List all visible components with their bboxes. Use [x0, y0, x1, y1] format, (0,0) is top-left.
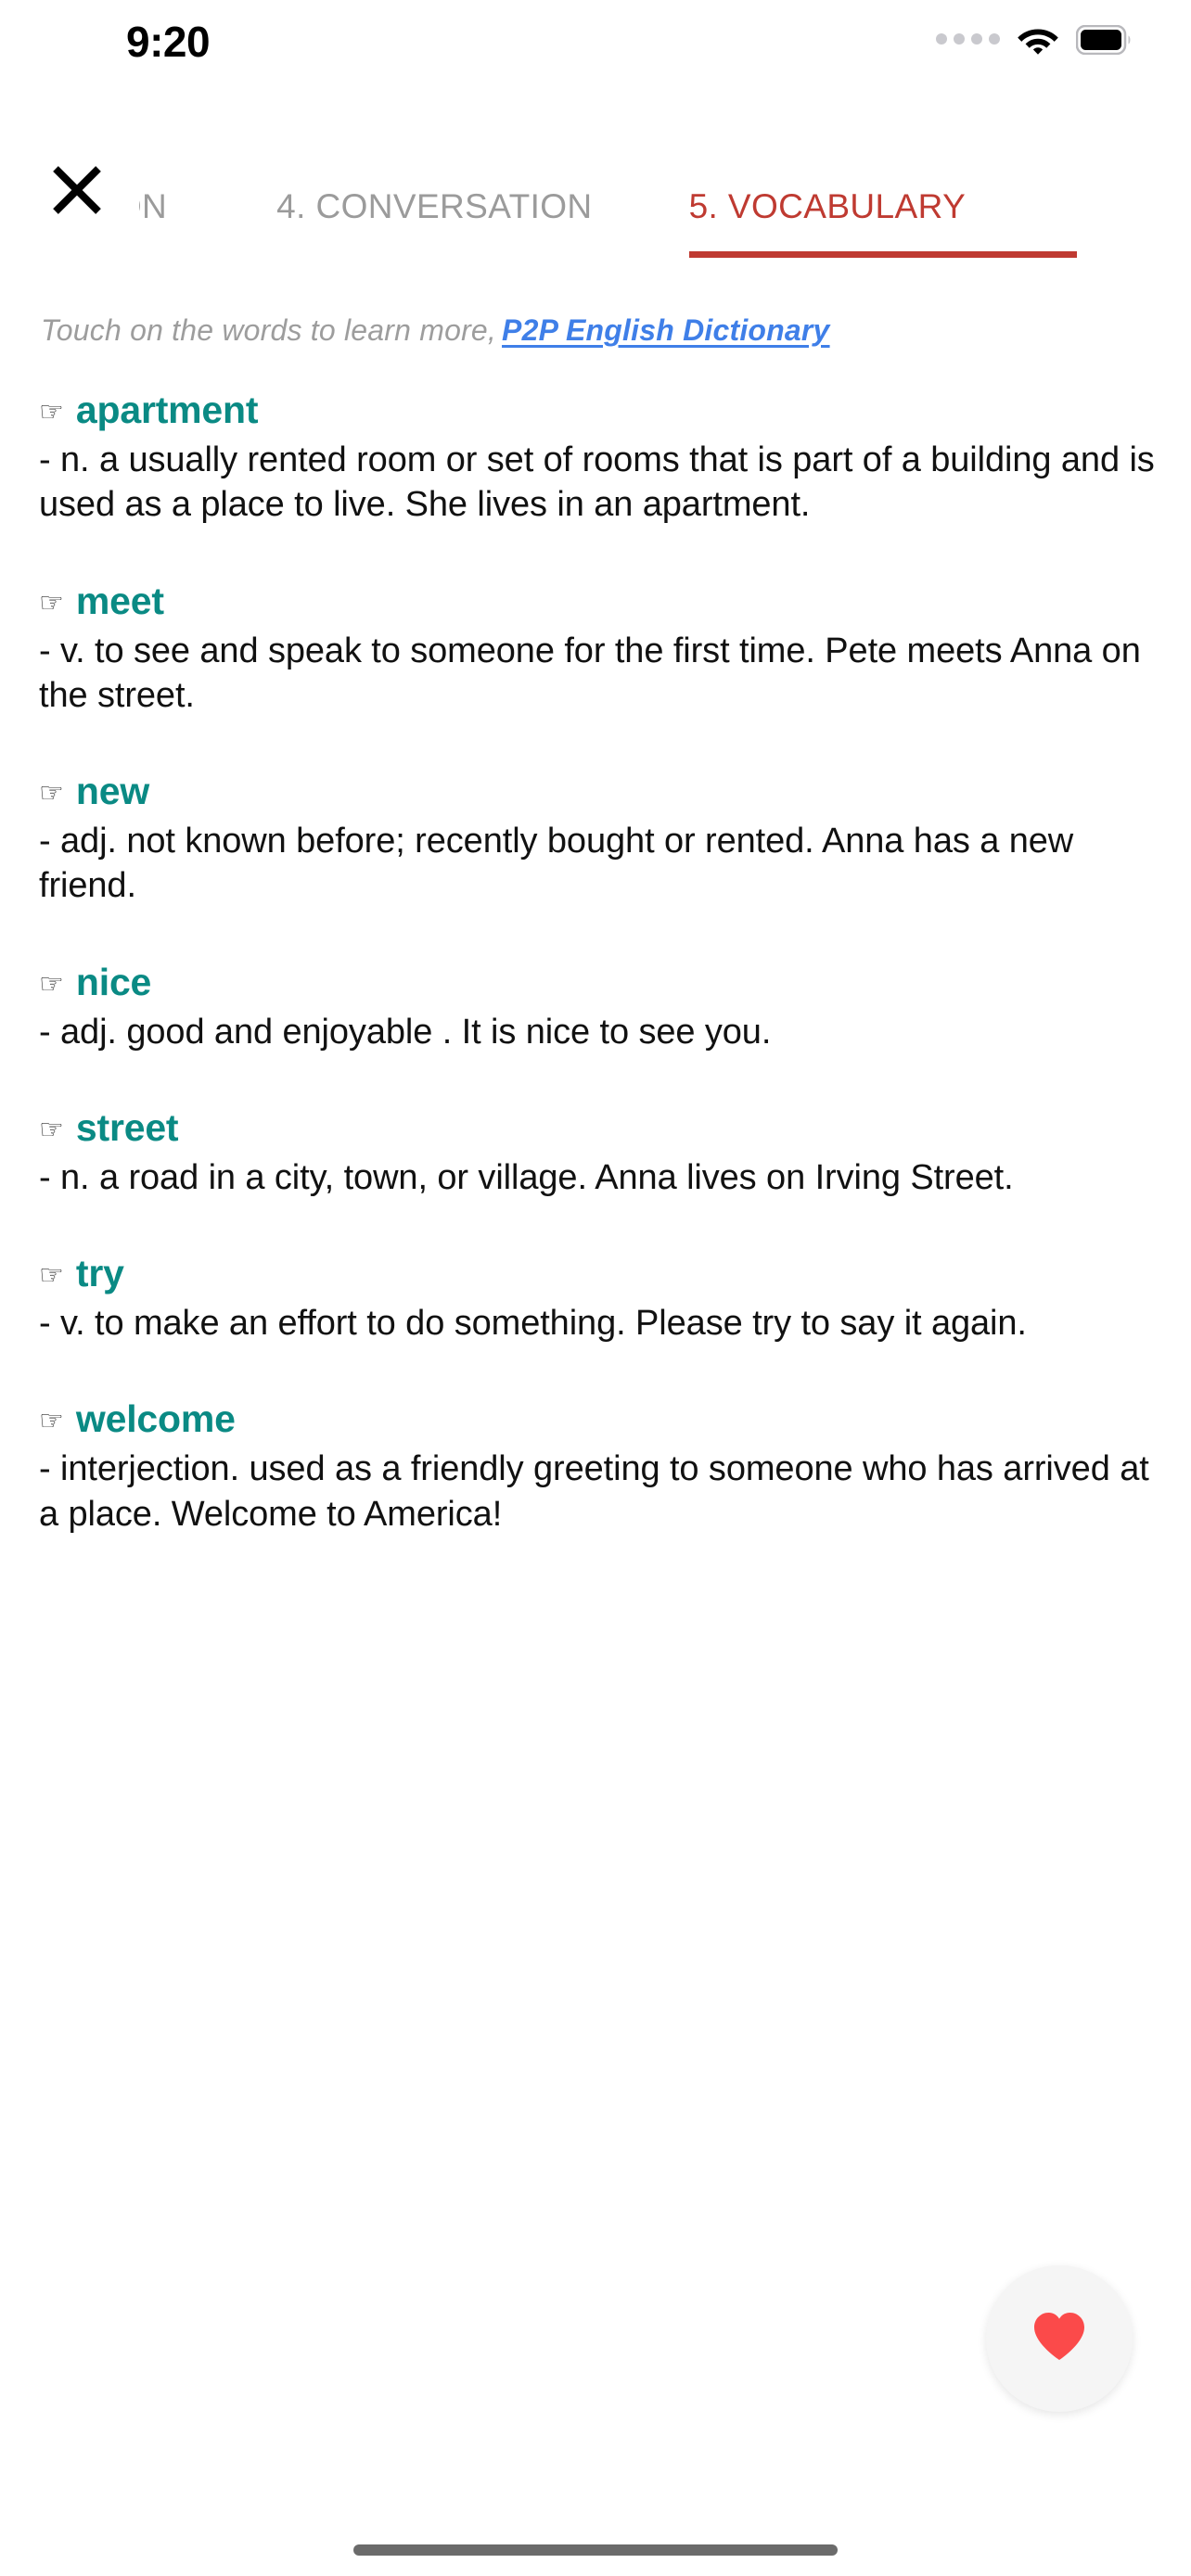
word-row[interactable]: ☞ apartment	[39, 389, 1156, 432]
word-row[interactable]: ☞ welcome	[39, 1397, 1156, 1441]
vocabulary-entry: ☞ new - adj. not known before; recently …	[39, 770, 1156, 909]
entry-word[interactable]: apartment	[76, 389, 259, 432]
status-bar: 9:20	[0, 0, 1191, 85]
pointing-hand-icon: ☞	[39, 778, 64, 809]
vocabulary-entry: ☞ street - n. a road in a city, town, or…	[39, 1106, 1156, 1200]
signal-dots-icon	[936, 33, 1000, 46]
entry-definition: - adj. good and enjoyable . It is nice t…	[39, 1012, 772, 1052]
entry-definition: - interjection. used as a friendly greet…	[39, 1449, 1149, 1534]
vocabulary-entry: ☞ nice - adj. good and enjoyable . It is…	[39, 961, 1156, 1054]
entry-definition: - v. to see and speak to someone for the…	[39, 631, 1141, 715]
entry-word[interactable]: meet	[76, 580, 164, 623]
pointing-hand-icon: ☞	[39, 397, 64, 427]
heart-icon	[1031, 2311, 1087, 2367]
entry-definition: - v. to make an effort to do something. …	[39, 1304, 1027, 1343]
vocabulary-content: Touch on the words to learn more, P2P Eng…	[0, 258, 1191, 1588]
vocabulary-entry: ☞ try - v. to make an effort to do somet…	[39, 1252, 1156, 1345]
close-button[interactable]	[43, 158, 111, 226]
entry-word[interactable]: welcome	[76, 1397, 236, 1441]
word-row[interactable]: ☞ meet	[39, 580, 1156, 623]
vocabulary-entry: ☞ apartment - n. a usually rented room o…	[39, 389, 1156, 528]
pointing-hand-icon: ☞	[39, 587, 64, 618]
entry-definition: - adj. not known before; recently bought…	[39, 822, 1074, 906]
vocabulary-entry: ☞ meet - v. to see and speak to someone …	[39, 580, 1156, 719]
favorite-button[interactable]	[986, 2265, 1133, 2412]
entry-word[interactable]: street	[76, 1106, 179, 1150]
pointing-hand-icon: ☞	[39, 1406, 64, 1437]
dictionary-link[interactable]: P2P English Dictionary	[502, 313, 830, 347]
vocabulary-entry: ☞ welcome - interjection. used as a frie…	[39, 1397, 1156, 1537]
hint-row: Touch on the words to learn more, P2P Eng…	[0, 258, 1191, 348]
battery-full-icon	[1076, 25, 1133, 55]
word-row[interactable]: ☞ nice	[39, 961, 1156, 1004]
tab-conversation[interactable]: 4. CONVERSATION	[276, 171, 592, 258]
pointing-hand-icon: ☞	[39, 1260, 64, 1291]
word-row[interactable]: ☞ street	[39, 1106, 1156, 1150]
tab-bar: CIATION 4. CONVERSATION 5. VOCABULARY	[0, 85, 1191, 258]
lesson-tabs: CIATION 4. CONVERSATION 5. VOCABULARY	[139, 171, 1191, 258]
close-icon	[48, 161, 106, 223]
entry-word[interactable]: new	[76, 770, 149, 813]
pointing-hand-icon: ☞	[39, 1114, 64, 1145]
word-row[interactable]: ☞ new	[39, 770, 1156, 813]
hint-text: Touch on the words to learn more,	[41, 313, 497, 347]
word-row[interactable]: ☞ try	[39, 1252, 1156, 1295]
home-indicator[interactable]	[353, 2544, 838, 2556]
entry-definition: - n. a road in a city, town, or village.…	[39, 1157, 1014, 1197]
wifi-icon	[1017, 24, 1059, 56]
status-time: 9:20	[126, 18, 211, 66]
entry-word[interactable]: nice	[76, 961, 151, 1004]
status-indicators	[936, 24, 1133, 56]
tab-pronunciation[interactable]: CIATION	[139, 171, 167, 258]
entry-word[interactable]: try	[76, 1252, 124, 1295]
vocabulary-list: ☞ apartment - n. a usually rented room o…	[0, 389, 1191, 1537]
tab-vocabulary[interactable]: 5. VOCABULARY	[688, 171, 1078, 258]
entry-definition: - n. a usually rented room or set of roo…	[39, 440, 1155, 525]
pointing-hand-icon: ☞	[39, 968, 64, 1000]
